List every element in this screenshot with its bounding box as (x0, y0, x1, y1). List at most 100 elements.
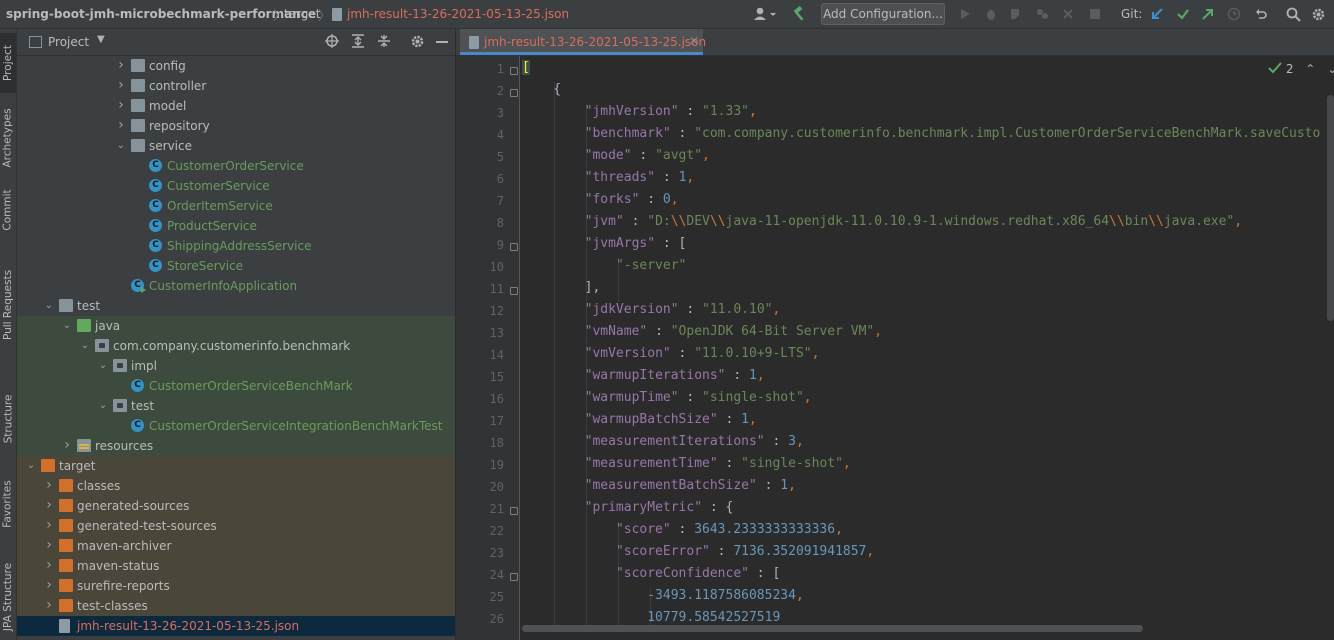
editor-tab-json-file[interactable]: jmh-result-13-26-2021-05-13-25.json ✕ (460, 29, 706, 55)
collapsed-arrow-icon[interactable]: › (43, 598, 55, 612)
tree-row[interactable]: › maven-status (17, 556, 455, 576)
tree-row[interactable]: ⌄ com.company.customerinfo.benchmark (17, 336, 455, 356)
tool-tab-project[interactable]: Project (0, 33, 16, 93)
project-panel-title[interactable]: Project (48, 35, 89, 49)
tool-tab-archetypes[interactable]: Archetypes (0, 105, 16, 171)
view-dropdown-icon[interactable]: ▼ (97, 34, 105, 45)
fold-marker-icon[interactable] (510, 287, 518, 295)
code-token: : (764, 434, 789, 449)
panel-settings-gear-icon[interactable] (410, 34, 425, 52)
tree-row[interactable]: › maven-archiver (17, 536, 455, 556)
tree-row[interactable]: › generated-sources (17, 496, 455, 516)
search-icon[interactable] (1284, 5, 1302, 23)
collapse-all-icon[interactable] (376, 33, 392, 52)
tree-row[interactable]: C OrderItemService (17, 196, 455, 216)
run-icon[interactable] (956, 5, 974, 23)
hide-panel-icon[interactable] (436, 41, 448, 43)
tool-tab-structure[interactable]: Structure (0, 384, 16, 454)
tree-row[interactable]: › config (17, 56, 455, 76)
navigation-bar: spring-boot-jmh-microbechmark-performanc… (0, 0, 1334, 29)
locate-file-icon[interactable] (324, 33, 340, 52)
expanded-arrow-icon[interactable]: ⌄ (61, 319, 73, 333)
tree-row[interactable]: C StoreService (17, 256, 455, 276)
collapsed-arrow-icon[interactable]: › (43, 518, 55, 532)
git-commit-icon[interactable] (1174, 5, 1192, 23)
build-hammer-icon[interactable] (791, 5, 809, 23)
previous-highlight-icon[interactable]: ⌃ (1305, 62, 1315, 76)
collapsed-arrow-icon[interactable]: › (43, 558, 55, 572)
fold-marker-icon[interactable] (510, 507, 518, 515)
expanded-arrow-icon[interactable]: ⌄ (79, 339, 91, 353)
debug-icon[interactable] (982, 5, 1000, 23)
git-push-icon[interactable] (1199, 5, 1217, 23)
tree-row[interactable]: C CustomerInfoApplication (17, 276, 455, 296)
tree-row[interactable]: ⌄ target (17, 456, 455, 476)
inspection-widget[interactable]: 2 ⌃ ⌄ (1268, 62, 1334, 76)
fold-marker-icon[interactable] (510, 89, 518, 97)
tree-row[interactable]: ⌄ test (17, 396, 455, 416)
fold-marker-icon[interactable] (510, 67, 518, 75)
expand-all-icon[interactable] (350, 33, 366, 52)
tree-row[interactable]: › surefire-reports (17, 576, 455, 596)
history-clock-icon[interactable] (1225, 5, 1243, 23)
breadcrumb-target[interactable]: target (284, 7, 321, 21)
tool-tab-jpa-structure[interactable]: JPA Structure (0, 557, 16, 637)
tree-row[interactable]: ⌄ test (17, 296, 455, 316)
code-line: [ (522, 60, 530, 75)
tree-row[interactable]: C ShippingAddressService (17, 236, 455, 256)
expanded-arrow-icon[interactable]: ⌄ (97, 359, 109, 373)
tree-row[interactable]: jmh-result-13-26-2021-05-13-25.json (17, 616, 455, 636)
expanded-arrow-icon[interactable]: ⌄ (97, 399, 109, 413)
collapsed-arrow-icon[interactable]: › (43, 478, 55, 492)
tree-row[interactable]: ⌄ service (17, 136, 455, 156)
code-content[interactable]: [ { "jmhVersion" : "1.33", "benchmark" :… (522, 56, 1334, 640)
collapsed-arrow-icon[interactable]: › (115, 118, 127, 132)
expanded-arrow-icon[interactable]: ⌄ (43, 299, 55, 313)
tree-row[interactable]: › classes (17, 476, 455, 496)
fold-marker-icon[interactable] (510, 573, 518, 581)
rollback-icon[interactable] (1252, 5, 1270, 23)
tree-row[interactable]: › model (17, 96, 455, 116)
breadcrumb-project[interactable]: spring-boot-jmh-microbechmark-performanc… (6, 7, 316, 21)
collapsed-arrow-icon[interactable]: › (43, 538, 55, 552)
editor-vertical-scrollbar[interactable] (1327, 95, 1334, 321)
tree-row[interactable]: › resources (17, 436, 455, 456)
collapsed-arrow-icon[interactable]: › (115, 78, 127, 92)
fold-marker-icon[interactable] (510, 243, 518, 251)
tree-row[interactable]: C CustomerOrderService (17, 156, 455, 176)
tool-tab-commit[interactable]: Commit (0, 181, 16, 239)
line-number: 20 (489, 480, 504, 494)
profile-icon[interactable] (1033, 5, 1051, 23)
tool-tab-pull-requests[interactable]: Pull Requests (0, 259, 16, 351)
git-update-icon[interactable] (1148, 5, 1166, 23)
tree-row[interactable]: › repository (17, 116, 455, 136)
tree-row[interactable]: › controller (17, 76, 455, 96)
tree-row[interactable]: C CustomerOrderServiceBenchMark (17, 376, 455, 396)
next-highlight-icon[interactable]: ⌄ (1327, 62, 1334, 76)
attach-icon[interactable] (1059, 5, 1077, 23)
tree-row[interactable]: ⌄ impl (17, 356, 455, 376)
tree-item-label: model (149, 99, 187, 113)
tree-row[interactable]: C ProductService (17, 216, 455, 236)
collapsed-arrow-icon[interactable]: › (115, 98, 127, 112)
tree-row[interactable]: › test-classes (17, 596, 455, 616)
expanded-arrow-icon[interactable]: ⌄ (25, 459, 37, 473)
editor-horizontal-scrollbar[interactable] (522, 625, 1143, 632)
collapsed-arrow-icon[interactable]: › (115, 58, 127, 72)
breadcrumb-file[interactable]: jmh-result-13-26-2021-05-13-25.json (347, 7, 569, 21)
tree-row[interactable]: C CustomerService (17, 176, 455, 196)
close-tab-icon[interactable]: ✕ (689, 34, 699, 48)
collapsed-arrow-icon[interactable]: › (61, 438, 73, 452)
user-dropdown-icon[interactable] (752, 5, 778, 23)
tool-tab-favorites[interactable]: Favorites (0, 469, 16, 539)
stop-icon[interactable] (1086, 5, 1104, 23)
tree-row[interactable]: › generated-test-sources (17, 516, 455, 536)
add-configuration-button[interactable]: Add Configuration... (821, 3, 945, 25)
tree-row[interactable]: ⌄ java (17, 316, 455, 336)
collapsed-arrow-icon[interactable]: › (43, 498, 55, 512)
collapsed-arrow-icon[interactable]: › (43, 578, 55, 592)
settings-gear-icon[interactable] (1309, 5, 1327, 23)
expanded-arrow-icon[interactable]: ⌄ (115, 139, 127, 153)
tree-row[interactable]: C CustomerOrderServiceIntegrationBenchMar… (17, 416, 455, 436)
coverage-icon[interactable] (1007, 5, 1025, 23)
